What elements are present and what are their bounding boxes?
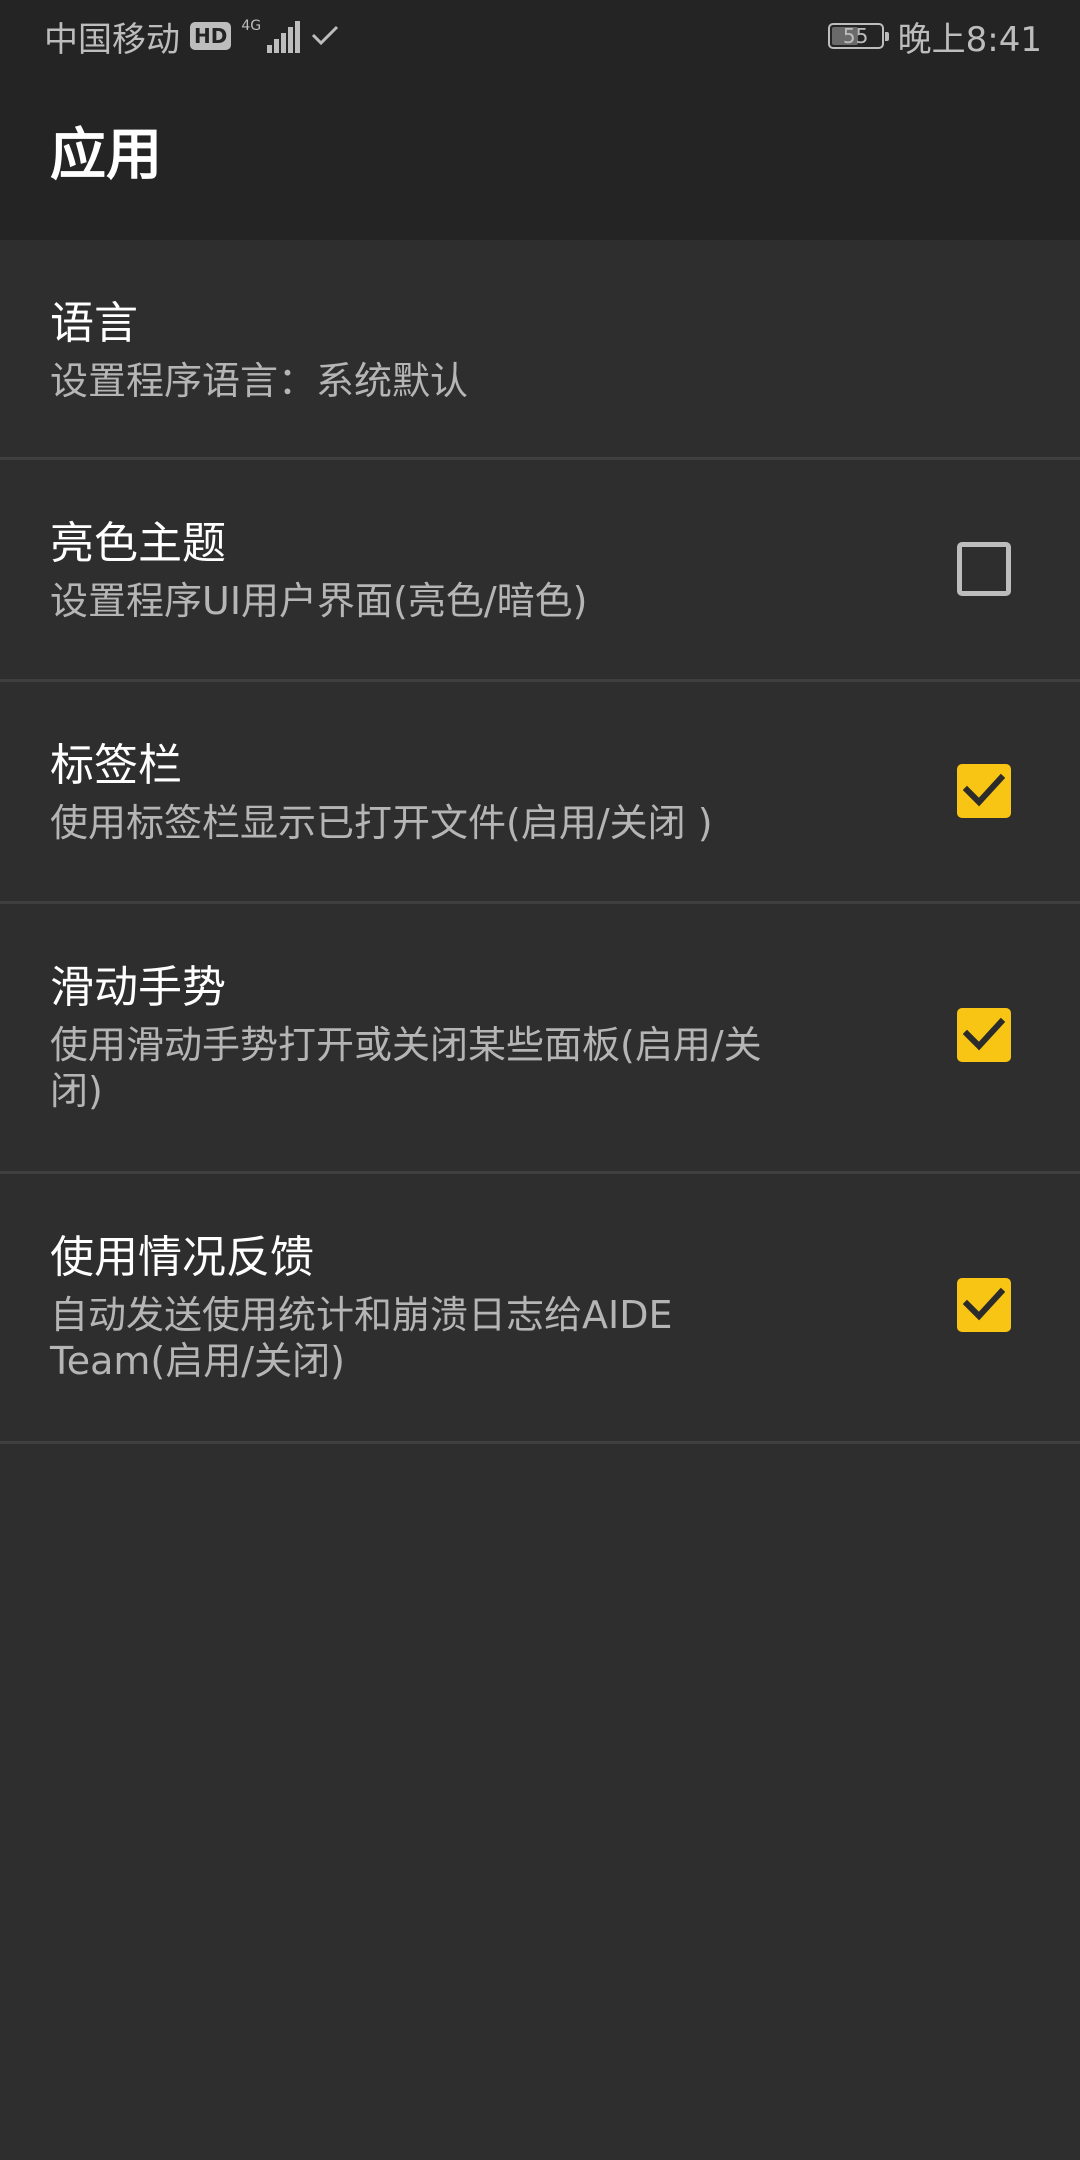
- status-bar-right: 55 晚上8:41: [827, 14, 1042, 60]
- page-title: 应用: [50, 123, 162, 188]
- setting-item-language[interactable]: 语言 设置程序语言：系统默认: [0, 240, 1080, 460]
- battery-level: 55: [842, 24, 869, 48]
- setting-summary: 使用标签栏显示已打开文件(启用/关闭 ): [50, 801, 713, 845]
- signal-strength-icon: 4G: [241, 18, 301, 53]
- setting-summary-line: Team(启用/关闭): [50, 1339, 345, 1383]
- checkmark-icon: [963, 773, 1005, 807]
- clock: 晚上8:41: [897, 19, 1042, 60]
- swipe-gestures-checkbox[interactable]: [957, 1008, 1011, 1062]
- status-bar-left: 中国移动 HD 4G: [44, 14, 340, 60]
- light-theme-checkbox[interactable]: [957, 542, 1011, 596]
- check-icon: [310, 16, 340, 56]
- checkmark-icon: [963, 1287, 1005, 1321]
- checkmark-icon: [963, 1017, 1005, 1051]
- setting-texts: 亮色主题 设置程序UI用户界面(亮色/暗色): [50, 516, 850, 624]
- setting-item-tab-bar[interactable]: 标签栏 使用标签栏显示已打开文件(启用/关闭 ): [0, 682, 1080, 904]
- setting-item-usage-feedback[interactable]: 使用情况反馈 自动发送使用统计和崩溃日志给AIDE Team(启用/关闭): [0, 1174, 1080, 1444]
- carrier-name: 中国移动: [44, 19, 180, 60]
- setting-summary: 使用滑动手势打开或关闭某些面板(启用/关 闭): [50, 1022, 850, 1114]
- status-bar: 中国移动 HD 4G 55 晚上8:41: [0, 0, 1080, 72]
- usage-feedback-checkbox[interactable]: [957, 1278, 1011, 1332]
- setting-title: 亮色主题: [50, 518, 226, 569]
- setting-title: 滑动手势: [50, 962, 226, 1013]
- setting-texts: 滑动手势 使用滑动手势打开或关闭某些面板(启用/关 闭): [50, 960, 850, 1114]
- setting-title: 语言: [50, 298, 138, 349]
- setting-summary-line: 闭): [50, 1069, 103, 1113]
- setting-item-light-theme[interactable]: 亮色主题 设置程序UI用户界面(亮色/暗色): [0, 460, 1080, 682]
- setting-summary-line: 使用滑动手势打开或关闭某些面板(启用/关: [50, 1023, 762, 1067]
- action-bar: 应用: [0, 72, 1080, 240]
- setting-title: 使用情况反馈: [50, 1232, 314, 1283]
- setting-texts: 标签栏 使用标签栏显示已打开文件(启用/关闭 ): [50, 738, 850, 846]
- tab-bar-checkbox[interactable]: [957, 764, 1011, 818]
- network-type-label: 4G: [241, 18, 262, 34]
- setting-summary-line: 自动发送使用统计和崩溃日志给AIDE: [50, 1293, 673, 1337]
- setting-texts: 语言 设置程序语言：系统默认: [50, 296, 850, 404]
- settings-list: 语言 设置程序语言：系统默认 亮色主题 设置程序UI用户界面(亮色/暗色) 标签…: [0, 240, 1080, 1444]
- battery-icon: 55: [827, 23, 889, 49]
- hd-icon: HD: [190, 22, 232, 50]
- setting-summary: 自动发送使用统计和崩溃日志给AIDE Team(启用/关闭): [50, 1292, 850, 1384]
- setting-texts: 使用情况反馈 自动发送使用统计和崩溃日志给AIDE Team(启用/关闭): [50, 1230, 850, 1384]
- app-screen: 中国移动 HD 4G 55 晚上8:41 应用 语言 设置程序语言：系统默认 亮…: [0, 0, 1080, 2160]
- setting-item-swipe-gestures[interactable]: 滑动手势 使用滑动手势打开或关闭某些面板(启用/关 闭): [0, 904, 1080, 1174]
- setting-title: 标签栏: [50, 740, 182, 791]
- setting-summary: 设置程序语言：系统默认: [50, 359, 469, 403]
- setting-summary: 设置程序UI用户界面(亮色/暗色): [50, 579, 588, 623]
